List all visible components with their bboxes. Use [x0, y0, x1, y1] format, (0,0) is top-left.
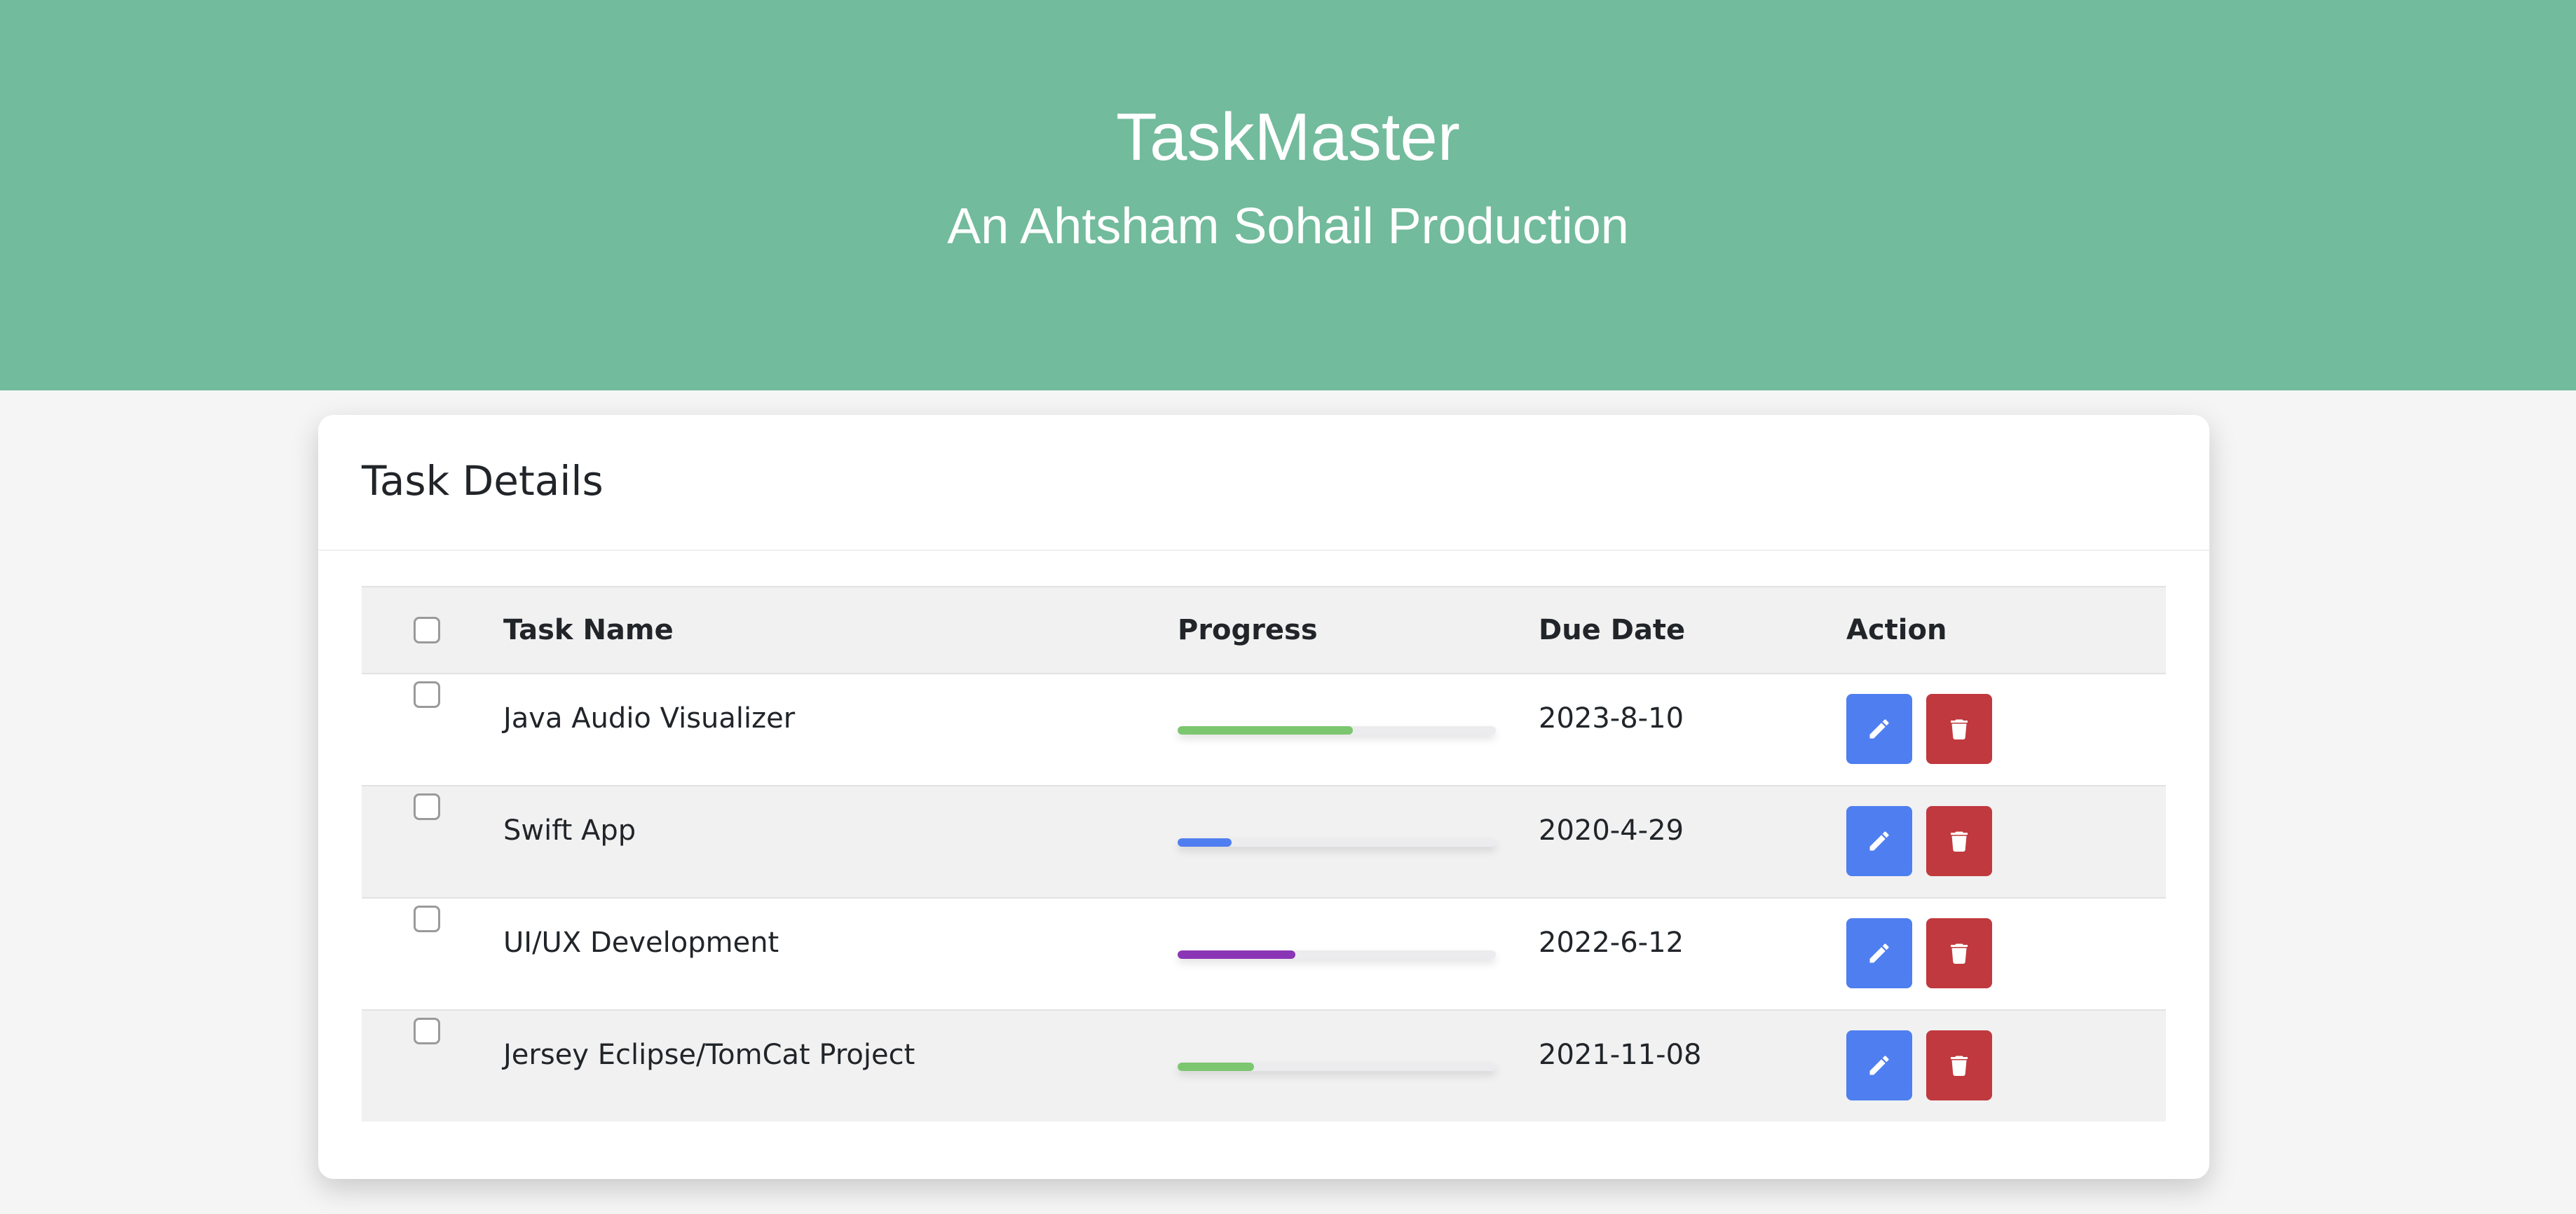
- table-row: Java Audio Visualizer 2023-8-10: [362, 674, 2166, 786]
- app-subtitle: An Ahtsham Sohail Production: [947, 198, 1629, 254]
- card-header: Task Details: [318, 415, 2209, 551]
- edit-button[interactable]: [1846, 918, 1912, 988]
- due-date: 2022-6-12: [1539, 927, 1684, 959]
- column-header-task-name: Task Name: [503, 614, 674, 646]
- pencil-icon: [1869, 943, 1889, 963]
- table-header-row: Task Name Progress Due Date Action: [362, 586, 2166, 674]
- row-checkbox[interactable]: [414, 1018, 440, 1044]
- app-title: TaskMaster: [1116, 100, 1460, 175]
- pencil-icon: [1869, 1056, 1889, 1075]
- due-date: 2020-4-29: [1539, 814, 1684, 847]
- delete-button[interactable]: [1926, 694, 1992, 764]
- table-row: Swift App 2020-4-29: [362, 786, 2166, 899]
- table-row: UI/UX Development 2022-6-12: [362, 899, 2166, 1011]
- row-checkbox[interactable]: [414, 681, 440, 708]
- progress-bar-fill: [1178, 950, 1295, 959]
- trash-icon: [1951, 831, 1968, 852]
- row-checkbox[interactable]: [414, 793, 440, 820]
- column-header-action: Action: [1846, 614, 1947, 646]
- column-header-due-date: Due Date: [1539, 614, 1686, 646]
- task-name: Jersey Eclipse/TomCat Project: [503, 1039, 915, 1071]
- trash-icon: [1951, 1056, 1968, 1076]
- due-date: 2023-8-10: [1539, 702, 1684, 735]
- delete-button[interactable]: [1926, 918, 1992, 988]
- progress-bar-fill: [1178, 838, 1232, 847]
- progress-bar: [1178, 1063, 1496, 1071]
- task-details-card: Task Details Task Name Progress Due Date…: [318, 415, 2209, 1179]
- trash-icon: [1951, 943, 1968, 964]
- table-row: Jersey Eclipse/TomCat Project 2021-11-08: [362, 1011, 2166, 1121]
- task-name: Swift App: [503, 814, 636, 847]
- due-date: 2021-11-08: [1539, 1039, 1702, 1071]
- trash-icon: [1951, 719, 1968, 739]
- pencil-icon: [1869, 719, 1889, 739]
- page-header: TaskMaster An Ahtsham Sohail Production: [0, 0, 2576, 390]
- delete-button[interactable]: [1926, 1030, 1992, 1100]
- task-name: UI/UX Development: [503, 927, 779, 959]
- edit-button[interactable]: [1846, 806, 1912, 876]
- column-header-progress: Progress: [1178, 614, 1318, 646]
- edit-button[interactable]: [1846, 694, 1912, 764]
- edit-button[interactable]: [1846, 1030, 1912, 1100]
- task-name: Java Audio Visualizer: [503, 702, 796, 735]
- select-all-checkbox[interactable]: [414, 617, 440, 643]
- progress-bar: [1178, 950, 1496, 959]
- progress-bar-fill: [1178, 726, 1353, 735]
- progress-bar: [1178, 726, 1496, 735]
- progress-bar-fill: [1178, 1063, 1254, 1071]
- delete-button[interactable]: [1926, 806, 1992, 876]
- card-title: Task Details: [362, 457, 604, 505]
- pencil-icon: [1869, 831, 1889, 851]
- progress-bar: [1178, 838, 1496, 847]
- task-table: Task Name Progress Due Date Action Java …: [362, 586, 2166, 1121]
- row-checkbox[interactable]: [414, 906, 440, 932]
